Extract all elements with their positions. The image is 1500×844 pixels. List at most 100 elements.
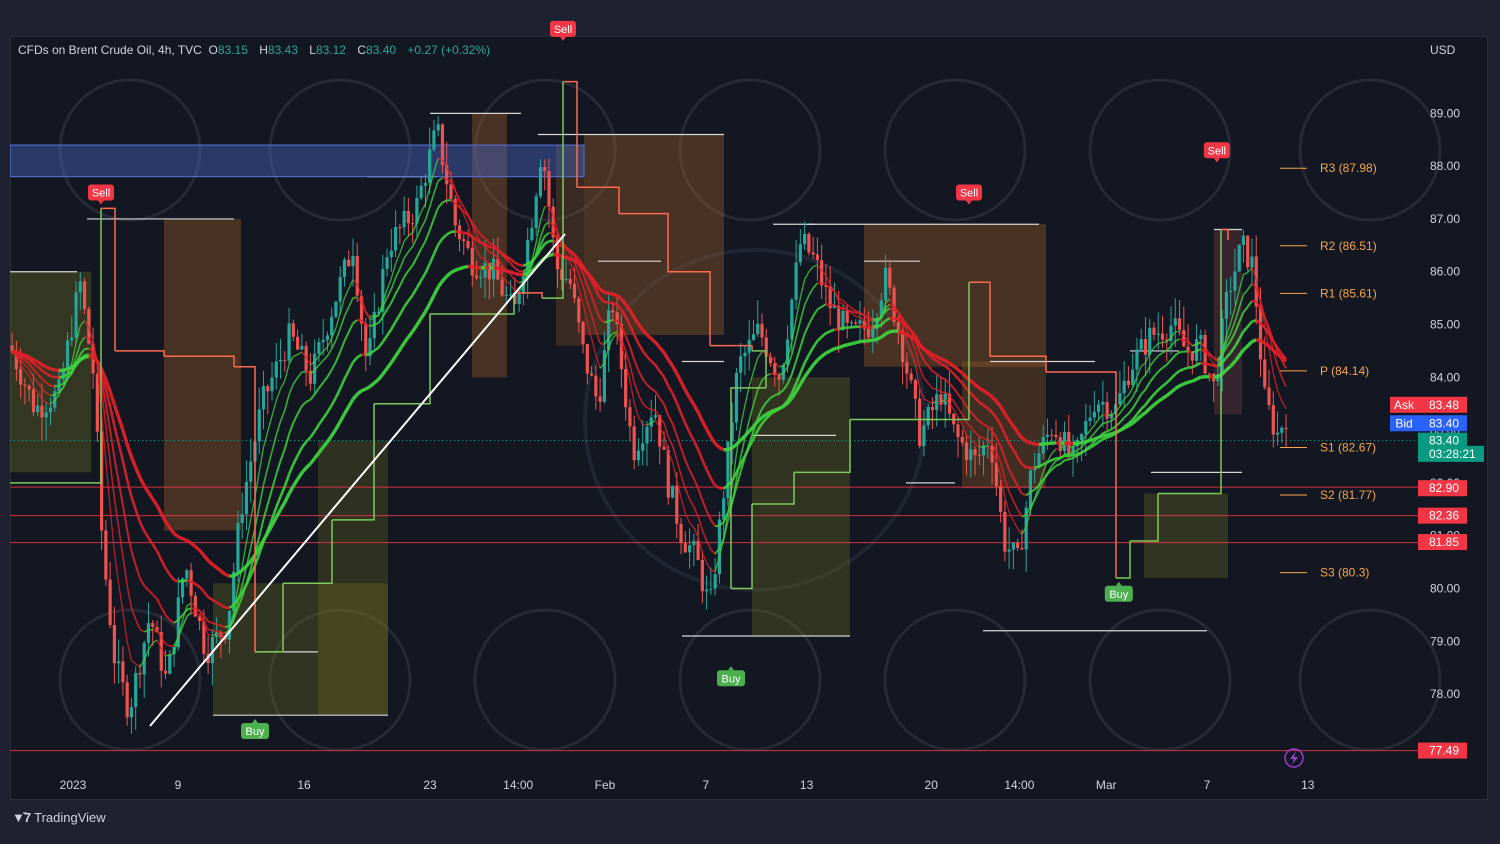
candle-body — [470, 247, 474, 276]
price-tick-label: 78.00 — [1430, 687, 1460, 701]
ema-segment — [514, 279, 520, 284]
candle-body — [236, 523, 240, 572]
ema-segment — [1119, 426, 1126, 432]
ema-segment — [684, 513, 691, 523]
ema-segment — [654, 391, 661, 399]
ema-segment — [15, 350, 22, 356]
ema-segment — [373, 346, 380, 352]
ema-segment — [709, 477, 717, 487]
ema-segment — [160, 559, 167, 569]
candle-body — [406, 210, 410, 224]
ema-segment — [262, 467, 269, 485]
ema-segment — [20, 352, 26, 357]
ema-segment — [442, 199, 448, 204]
candle-body — [547, 171, 551, 207]
ema-segment — [424, 207, 431, 221]
ema-segment — [347, 398, 355, 408]
ema-segment — [774, 406, 780, 412]
ema-segment — [859, 316, 865, 322]
candle-body — [325, 335, 330, 340]
candle-body — [509, 294, 513, 296]
ema-segment — [1107, 414, 1112, 417]
candle-body — [1101, 402, 1105, 405]
ema-segment — [373, 322, 379, 326]
signal-pointer — [560, 36, 566, 41]
signal-pointer — [966, 200, 972, 205]
ema-segment — [1161, 394, 1168, 400]
ema-segment — [1127, 396, 1134, 404]
ema-segment — [1106, 432, 1112, 437]
ema-segment — [450, 268, 457, 275]
ema-segment — [1093, 435, 1100, 441]
ema-segment — [1179, 367, 1185, 373]
signal-pointer — [728, 666, 734, 671]
candle-body — [1020, 548, 1024, 550]
ema-segment — [952, 387, 959, 395]
candle-body — [713, 574, 717, 589]
time-axis[interactable]: 2023 9 16 23 14:00 Feb 7 13 20 14:00 Mar 7 13 — [60, 778, 1315, 792]
sell-signal-label: Sell — [1208, 145, 1226, 157]
ema-segment — [1123, 424, 1130, 430]
tradingview-logo[interactable]: ▼̄7 TradingView — [12, 810, 106, 825]
ema-segment — [940, 357, 946, 363]
ema-segment — [215, 566, 222, 573]
ema-segment — [842, 300, 848, 306]
ema-segment — [803, 369, 811, 378]
ema-segment — [893, 317, 899, 321]
ema-segment — [135, 663, 141, 668]
ema-segment — [604, 290, 609, 295]
ema-segment — [518, 263, 524, 268]
ema-segment — [279, 380, 286, 390]
ema-segment — [403, 270, 410, 278]
buy-signal-label: Buy — [246, 726, 265, 738]
ema-segment — [807, 315, 815, 325]
ema-segment — [855, 311, 861, 315]
ema-segment — [1055, 448, 1061, 451]
lightning-icon[interactable] — [1284, 748, 1304, 768]
ema-segment — [569, 257, 576, 263]
ema-segment — [394, 268, 401, 279]
ema-segment — [1187, 350, 1193, 354]
ema-segment — [399, 257, 405, 269]
ema-segment — [66, 365, 73, 371]
ema-segment — [514, 271, 520, 277]
ema-segment — [455, 230, 460, 234]
ema-segment — [433, 180, 439, 194]
ema-segment — [322, 376, 329, 384]
ema-segment — [604, 300, 609, 304]
candle-body — [1237, 244, 1241, 272]
tradingview-logo-icon: ▼̄7 — [12, 810, 31, 825]
ema-segment — [1140, 388, 1147, 395]
ema-segment — [377, 373, 385, 381]
ema-segment — [1192, 343, 1197, 347]
ema-segment — [1166, 359, 1172, 366]
ema-segment — [855, 315, 861, 319]
candle-body — [849, 322, 854, 324]
ema-segment — [1200, 361, 1206, 365]
ema-segment — [177, 535, 184, 541]
currency-label[interactable]: USD — [1430, 43, 1455, 57]
ema-segment — [165, 643, 171, 647]
ema-segment — [684, 423, 691, 434]
ema-segment — [662, 351, 670, 361]
ema-segment — [820, 351, 827, 358]
ema-segment — [1148, 393, 1155, 401]
candle-body — [815, 254, 819, 261]
ema-segment — [876, 323, 882, 329]
candle-body — [168, 654, 172, 674]
candle-body — [146, 623, 151, 643]
ema-segment — [181, 537, 188, 542]
ema-segment — [1140, 411, 1147, 418]
ema-segment — [398, 342, 406, 351]
candle-body — [487, 262, 491, 280]
ema-segment — [706, 562, 712, 571]
price-chart[interactable]: R3 (87.98) R2 (86.51) R1 (85.61) P (84.14) S… — [0, 0, 1500, 844]
ema-segment — [241, 542, 248, 567]
ema-segment — [629, 364, 635, 383]
ema-segment — [437, 201, 444, 209]
ema-segment — [811, 359, 819, 367]
candle-body — [943, 393, 947, 405]
ema-segment — [398, 306, 406, 316]
ema-segment — [872, 337, 878, 342]
ema-segment — [463, 231, 469, 236]
